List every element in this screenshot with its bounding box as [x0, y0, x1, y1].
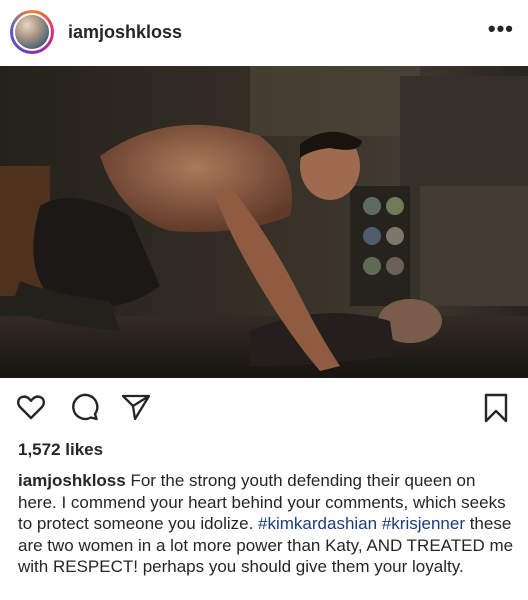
comment-icon[interactable] [70, 392, 100, 422]
hashtag-kimkardashian[interactable]: #kimkardashian [258, 514, 377, 533]
heart-icon[interactable] [16, 392, 46, 422]
action-bar [0, 388, 528, 428]
likes-count[interactable]: 1,572 likes [18, 440, 103, 460]
username[interactable]: iamjoshkloss [68, 22, 182, 43]
photo-scene [0, 66, 528, 378]
avatar-image [13, 13, 51, 51]
more-options-icon[interactable]: ••• [488, 16, 514, 42]
post-caption: iamjoshkloss For the strong youth defend… [18, 470, 514, 578]
bookmark-icon[interactable] [482, 392, 510, 424]
post-header: iamjoshkloss ••• [0, 0, 528, 66]
avatar[interactable] [10, 10, 54, 54]
send-icon[interactable] [120, 392, 152, 422]
hashtag-krisjenner[interactable]: #krisjenner [382, 514, 465, 533]
post-photo[interactable] [0, 66, 528, 378]
instagram-post: iamjoshkloss ••• 1,572 likes iamjoshklos… [0, 0, 528, 600]
caption-username[interactable]: iamjoshkloss [18, 471, 126, 490]
